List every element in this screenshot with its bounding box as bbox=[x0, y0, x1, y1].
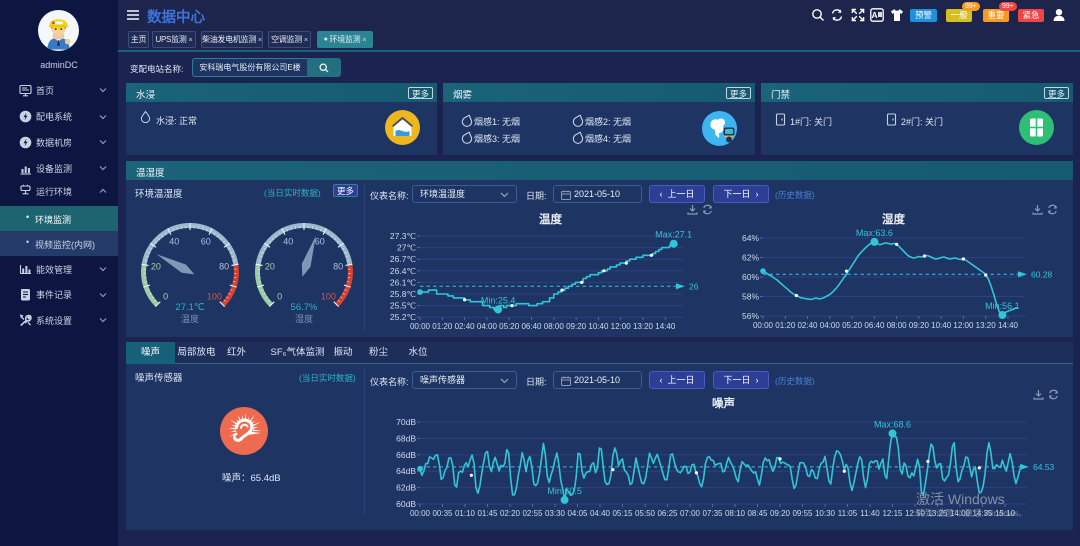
svg-text:12:00: 12:00 bbox=[953, 321, 974, 330]
svg-text:00:35: 00:35 bbox=[432, 509, 453, 518]
svg-text:58%: 58% bbox=[742, 291, 759, 301]
svg-text:13:20: 13:20 bbox=[976, 321, 997, 330]
svg-text:Max:63.6: Max:63.6 bbox=[856, 227, 893, 237]
svg-text:40: 40 bbox=[169, 236, 179, 246]
svg-text:80: 80 bbox=[219, 262, 229, 272]
svg-text:07:35: 07:35 bbox=[702, 509, 723, 518]
svg-text:64.53: 64.53 bbox=[1033, 462, 1055, 472]
svg-text:70dB: 70dB bbox=[396, 417, 416, 427]
svg-text:08:00: 08:00 bbox=[887, 321, 908, 330]
svg-text:26: 26 bbox=[689, 281, 699, 291]
svg-text:01:20: 01:20 bbox=[775, 321, 796, 330]
svg-text:湿度: 湿度 bbox=[295, 313, 313, 324]
svg-text:62%: 62% bbox=[742, 252, 759, 262]
svg-text:56%: 56% bbox=[742, 311, 759, 321]
svg-text:Min:60.5: Min:60.5 bbox=[547, 486, 582, 496]
svg-text:08:00: 08:00 bbox=[544, 322, 565, 331]
svg-text:04:00: 04:00 bbox=[477, 322, 498, 331]
svg-text:Min:25.4: Min:25.4 bbox=[481, 296, 516, 306]
svg-text:0: 0 bbox=[277, 291, 282, 301]
svg-text:温度: 温度 bbox=[181, 313, 199, 324]
svg-text:09:55: 09:55 bbox=[792, 509, 813, 518]
svg-text:08:45: 08:45 bbox=[747, 509, 768, 518]
svg-text:02:20: 02:20 bbox=[500, 509, 521, 518]
svg-text:0: 0 bbox=[163, 291, 168, 301]
svg-text:11:40: 11:40 bbox=[860, 509, 880, 518]
svg-text:05:20: 05:20 bbox=[499, 322, 520, 331]
svg-text:Max:27.1: Max:27.1 bbox=[655, 230, 692, 240]
svg-text:02:40: 02:40 bbox=[455, 322, 476, 331]
svg-text:25.2℃: 25.2℃ bbox=[390, 312, 417, 322]
svg-text:04:00: 04:00 bbox=[820, 321, 841, 330]
svg-text:02:55: 02:55 bbox=[522, 509, 543, 518]
svg-text:08:10: 08:10 bbox=[725, 509, 746, 518]
svg-text:01:10: 01:10 bbox=[455, 509, 476, 518]
svg-text:60: 60 bbox=[201, 236, 211, 246]
svg-text:60: 60 bbox=[315, 236, 325, 246]
svg-text:62dB: 62dB bbox=[396, 483, 416, 493]
svg-text:66dB: 66dB bbox=[396, 450, 416, 460]
svg-text:07:00: 07:00 bbox=[680, 509, 701, 518]
svg-text:12:15: 12:15 bbox=[882, 509, 903, 518]
svg-text:68dB: 68dB bbox=[396, 434, 416, 444]
svg-text:02:40: 02:40 bbox=[797, 321, 818, 330]
svg-text:25.5℃: 25.5℃ bbox=[390, 301, 417, 311]
svg-text:01:20: 01:20 bbox=[432, 322, 453, 331]
svg-text:00:00: 00:00 bbox=[410, 322, 431, 331]
svg-text:Max:68.6: Max:68.6 bbox=[874, 420, 911, 430]
svg-text:14:40: 14:40 bbox=[998, 321, 1019, 330]
svg-text:01:45: 01:45 bbox=[477, 509, 498, 518]
svg-text:12:00: 12:00 bbox=[611, 322, 632, 331]
svg-text:60dB: 60dB bbox=[396, 499, 416, 509]
svg-text:10:40: 10:40 bbox=[931, 321, 952, 330]
svg-text:10:40: 10:40 bbox=[588, 322, 609, 331]
svg-text:04:05: 04:05 bbox=[567, 509, 588, 518]
svg-text:80: 80 bbox=[333, 262, 343, 272]
svg-text:25.8℃: 25.8℃ bbox=[390, 289, 417, 299]
svg-text:06:25: 06:25 bbox=[657, 509, 678, 518]
svg-text:03:30: 03:30 bbox=[545, 509, 566, 518]
svg-text:Min:56.1: Min:56.1 bbox=[985, 301, 1020, 311]
svg-text:09:20: 09:20 bbox=[909, 321, 930, 330]
svg-text:20: 20 bbox=[265, 262, 275, 272]
svg-text:60.28: 60.28 bbox=[1031, 269, 1053, 279]
svg-text:56.7%: 56.7% bbox=[291, 302, 318, 313]
svg-text:00:00: 00:00 bbox=[753, 321, 774, 330]
svg-text:20: 20 bbox=[151, 262, 161, 272]
svg-text:00:00: 00:00 bbox=[410, 509, 431, 518]
svg-text:05:50: 05:50 bbox=[635, 509, 656, 518]
svg-text:09:20: 09:20 bbox=[566, 322, 587, 331]
svg-text:06:40: 06:40 bbox=[521, 322, 542, 331]
svg-text:11:05: 11:05 bbox=[838, 509, 858, 518]
svg-text:10:30: 10:30 bbox=[815, 509, 836, 518]
svg-text:100: 100 bbox=[207, 291, 222, 301]
svg-text:26.1℃: 26.1℃ bbox=[390, 277, 417, 287]
svg-text:04:40: 04:40 bbox=[590, 509, 611, 518]
svg-text:27.3℃: 27.3℃ bbox=[390, 231, 417, 241]
svg-text:40: 40 bbox=[283, 236, 293, 246]
svg-text:26.7℃: 26.7℃ bbox=[390, 254, 417, 264]
svg-text:13:20: 13:20 bbox=[633, 322, 654, 331]
svg-text:09:20: 09:20 bbox=[770, 509, 791, 518]
svg-text:64%: 64% bbox=[742, 233, 759, 243]
svg-text:100: 100 bbox=[321, 291, 336, 301]
svg-text:05:15: 05:15 bbox=[612, 509, 633, 518]
svg-text:60%: 60% bbox=[742, 272, 759, 282]
svg-text:14:40: 14:40 bbox=[655, 322, 676, 331]
svg-text:64dB: 64dB bbox=[396, 467, 416, 477]
svg-text:05:20: 05:20 bbox=[842, 321, 863, 330]
svg-text:A: A bbox=[872, 10, 878, 20]
svg-text:06:40: 06:40 bbox=[864, 321, 885, 330]
svg-text:26.4℃: 26.4℃ bbox=[390, 266, 417, 276]
svg-text:27℃: 27℃ bbox=[397, 243, 416, 253]
svg-text:27.1℃: 27.1℃ bbox=[175, 302, 204, 313]
